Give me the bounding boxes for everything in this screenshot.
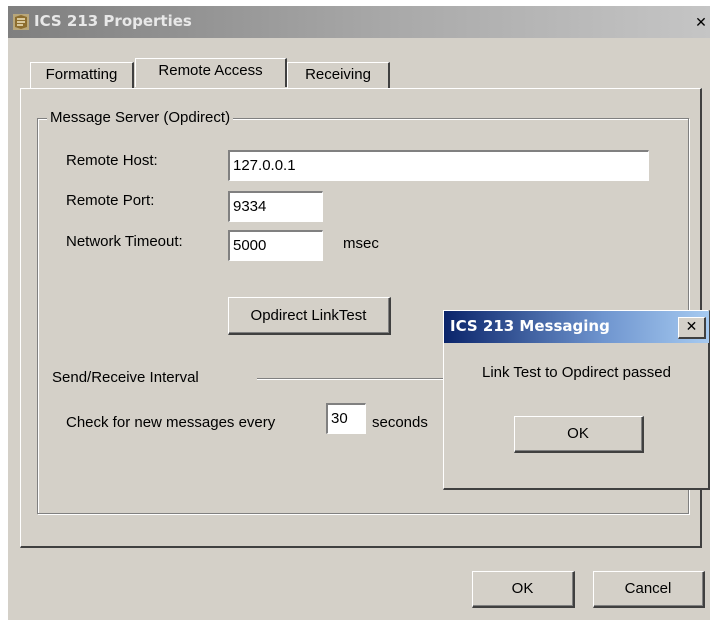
messaging-dialog: ICS 213 Messaging ✕ Link Test to Opdirec… <box>443 310 710 490</box>
ok-button-label: OK <box>511 580 534 597</box>
network-timeout-input[interactable]: 5000 <box>228 230 323 261</box>
ok-button[interactable]: OK <box>472 571 575 608</box>
dialog-close-icon[interactable]: ✕ <box>678 317 706 339</box>
window-titlebar[interactable]: ICS 213 Properties ✕ <box>8 6 710 38</box>
interval-group-label: Send/Receive Interval <box>52 369 199 386</box>
network-timeout-label: Network Timeout: <box>66 233 183 250</box>
messaging-dialog-title: ICS 213 Messaging <box>450 317 610 335</box>
tab-remote-access-label: Remote Access <box>158 62 263 79</box>
remote-port-label: Remote Port: <box>66 192 155 209</box>
messaging-dialog-titlebar[interactable]: ICS 213 Messaging ✕ <box>444 311 709 343</box>
window-title: ICS 213 Properties <box>34 12 192 30</box>
tab-receiving[interactable]: Receiving <box>287 62 390 88</box>
message-server-group-label: Message Server (Opdirect) <box>47 109 234 127</box>
tab-remote-access[interactable]: Remote Access <box>135 58 287 87</box>
remote-host-label: Remote Host: <box>66 152 158 169</box>
tab-formatting[interactable]: Formatting <box>30 62 134 88</box>
link-test-button[interactable]: Opdirect LinkTest <box>228 297 391 335</box>
dialog-ok-button-label: OK <box>567 425 589 442</box>
dialog-ok-button[interactable]: OK <box>514 416 644 453</box>
check-interval-prefix: Check for new messages every <box>66 414 276 431</box>
interval-separator <box>257 378 447 380</box>
timeout-unit-label: msec <box>343 235 379 252</box>
check-interval-input[interactable]: 30 <box>326 403 366 434</box>
tab-receiving-label: Receiving <box>305 66 371 83</box>
remote-host-input[interactable]: 127.0.0.1 <box>228 150 649 181</box>
check-interval-suffix: seconds <box>372 414 428 431</box>
app-icon <box>13 14 29 30</box>
cancel-button-label: Cancel <box>624 580 672 597</box>
tab-formatting-label: Formatting <box>45 66 118 83</box>
remote-port-input[interactable]: 9334 <box>228 191 323 222</box>
link-test-button-label: Opdirect LinkTest <box>250 306 367 324</box>
dialog-message: Link Test to Opdirect passed <box>482 364 671 381</box>
cancel-button[interactable]: Cancel <box>593 571 705 608</box>
close-icon[interactable]: ✕ <box>694 15 708 31</box>
